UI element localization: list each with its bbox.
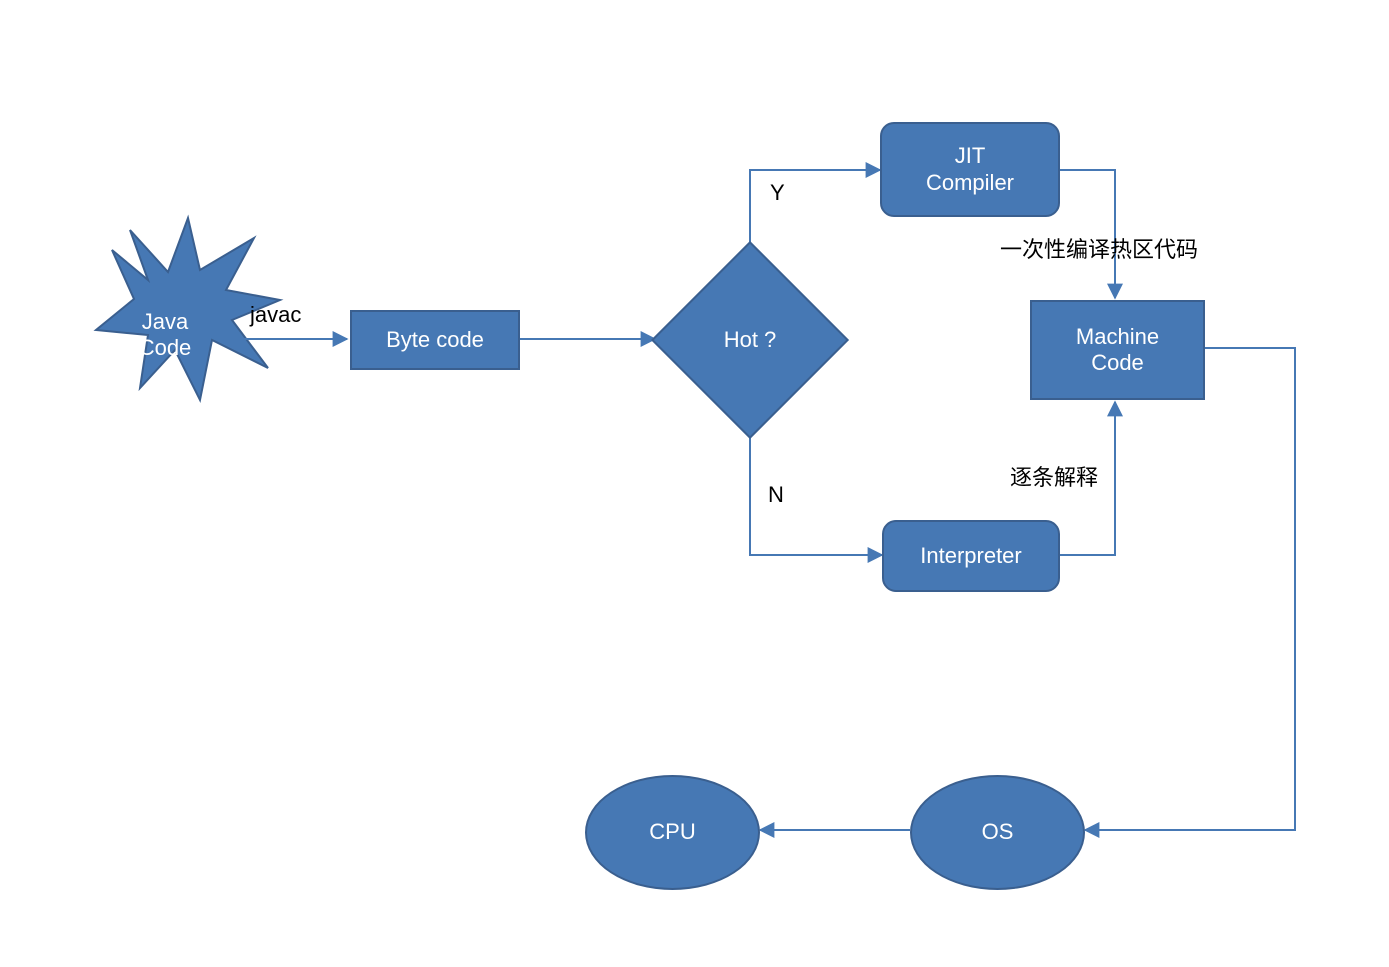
node-machine-code: Machine Code <box>1030 300 1205 400</box>
node-interpreter-label: Interpreter <box>920 543 1022 569</box>
node-jit-label: JIT Compiler <box>926 143 1014 196</box>
node-cpu-label: CPU <box>649 819 695 845</box>
node-byte-code: Byte code <box>350 310 520 370</box>
edge-label-interp-note: 逐条解释 <box>1010 460 1098 492</box>
edge-machine-os <box>1085 348 1295 830</box>
node-java-code-label: Java Code <box>139 309 192 361</box>
node-os: OS <box>910 775 1085 890</box>
node-java-code: Java Code <box>60 250 270 420</box>
edge-label-jit-note: 一次性编译热区代码 <box>1000 232 1198 264</box>
node-interpreter: Interpreter <box>882 520 1060 592</box>
edge-label-no: N <box>768 482 784 508</box>
edge-label-javac: javac <box>250 302 301 328</box>
node-machine-code-label: Machine Code <box>1076 324 1159 377</box>
node-cpu: CPU <box>585 775 760 890</box>
flow-diagram: Java Code Byte code Hot ? JIT Compiler I… <box>0 0 1389 967</box>
node-byte-code-label: Byte code <box>386 327 484 353</box>
edge-label-yes: Y <box>770 180 785 206</box>
node-os-label: OS <box>982 819 1014 845</box>
node-jit-compiler: JIT Compiler <box>880 122 1060 217</box>
node-hot-decision: Hot ? <box>680 270 820 410</box>
node-hot-label: Hot ? <box>724 327 777 353</box>
